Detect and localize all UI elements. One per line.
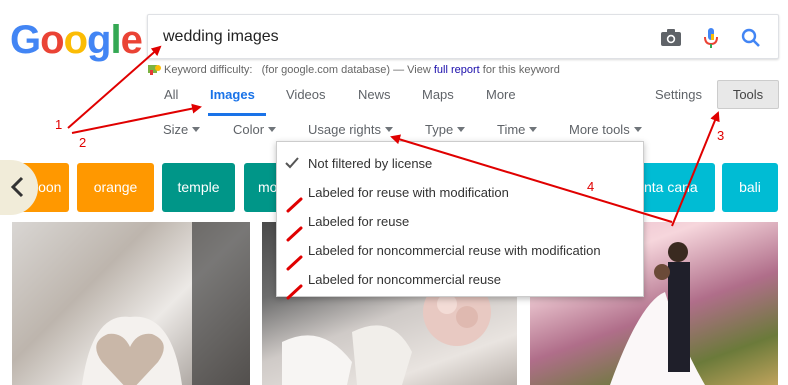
type-filter[interactable]: Type xyxy=(425,122,466,137)
tab-videos[interactable]: Videos xyxy=(286,87,326,102)
keyword-difficulty-label: Keyword difficulty: xyxy=(164,64,253,76)
usage-rights-option-noncommercial[interactable]: Labeled for noncommercial reuse xyxy=(308,272,501,287)
camera-icon[interactable] xyxy=(658,25,684,51)
tab-more[interactable]: More xyxy=(486,87,516,102)
usage-rights-filter-label: Usage rights xyxy=(308,122,381,137)
related-chip[interactable]: orange xyxy=(77,163,154,212)
color-filter[interactable]: Color xyxy=(233,122,277,137)
related-chip-label: orange xyxy=(93,179,138,195)
keyword-difficulty-tail: for this keyword xyxy=(482,64,560,76)
logo-letter: o xyxy=(40,18,64,62)
usage-rights-menu: Not filtered by license Labeled for reus… xyxy=(276,141,644,297)
usage-rights-filter[interactable]: Usage rights xyxy=(308,122,393,137)
usage-rights-option-reuse-modification[interactable]: Labeled for reuse with modification xyxy=(308,185,509,200)
full-report-link[interactable]: full report xyxy=(434,64,480,76)
related-chip[interactable]: bali xyxy=(722,163,778,212)
image-result[interactable] xyxy=(12,222,250,385)
related-chip-label: mo xyxy=(258,179,278,195)
type-filter-label: Type xyxy=(425,122,454,137)
related-chip-label: nta cana xyxy=(644,179,698,195)
time-filter-label: Time xyxy=(497,122,526,137)
usage-rights-option-not-filtered[interactable]: Not filtered by license xyxy=(308,156,432,171)
logo-letter: o xyxy=(63,18,88,62)
active-tab-indicator xyxy=(208,113,266,116)
annotation-label: 2 xyxy=(79,135,87,150)
tab-images[interactable]: Images xyxy=(210,87,255,102)
keyword-difficulty-text: (for google.com database) — View xyxy=(261,64,431,76)
annotation-label: 1 xyxy=(55,117,63,132)
size-filter-label: Size xyxy=(163,122,189,137)
keyword-difficulty-bar: Keyword difficulty: (for google.com data… xyxy=(148,63,560,76)
tab-news[interactable]: News xyxy=(358,87,391,102)
color-filter-label: Color xyxy=(233,122,265,137)
tab-maps[interactable]: Maps xyxy=(422,87,454,102)
caret-down-icon xyxy=(529,127,538,132)
annotation-label: 4 xyxy=(587,179,595,194)
time-filter[interactable]: Time xyxy=(497,122,538,137)
logo-letter: e xyxy=(120,18,143,62)
search-icon[interactable] xyxy=(738,25,764,51)
microphone-icon[interactable] xyxy=(698,25,724,51)
keyword-difficulty-icon xyxy=(148,63,161,75)
logo-letter: g xyxy=(87,18,111,62)
size-filter[interactable]: Size xyxy=(163,122,201,137)
more-tools-filter[interactable]: More tools xyxy=(569,122,642,137)
settings-link[interactable]: Settings xyxy=(655,87,702,102)
related-chip-label: bali xyxy=(739,179,761,195)
caret-down-icon xyxy=(384,127,393,132)
caret-down-icon xyxy=(268,127,277,132)
related-chip[interactable]: temple xyxy=(162,163,235,212)
caret-down-icon xyxy=(192,127,201,132)
caret-down-icon xyxy=(633,127,642,132)
logo-letter: l xyxy=(110,18,121,62)
usage-rights-option-noncommercial-modification[interactable]: Labeled for noncommercial reuse with mod… xyxy=(308,243,601,258)
search-input[interactable]: wedding images xyxy=(163,28,279,46)
related-chip-label: temple xyxy=(177,179,220,195)
check-icon xyxy=(285,156,299,174)
logo-letter: G xyxy=(10,18,41,62)
annotation-label: 3 xyxy=(717,128,725,143)
google-logo[interactable]: Google xyxy=(10,18,143,62)
more-tools-filter-label: More tools xyxy=(569,122,630,137)
usage-rights-option-reuse[interactable]: Labeled for reuse xyxy=(308,214,409,229)
search-box[interactable]: wedding images xyxy=(147,14,779,59)
caret-down-icon xyxy=(457,127,466,132)
tab-all[interactable]: All xyxy=(164,87,178,102)
tools-button[interactable]: Tools xyxy=(717,80,779,109)
